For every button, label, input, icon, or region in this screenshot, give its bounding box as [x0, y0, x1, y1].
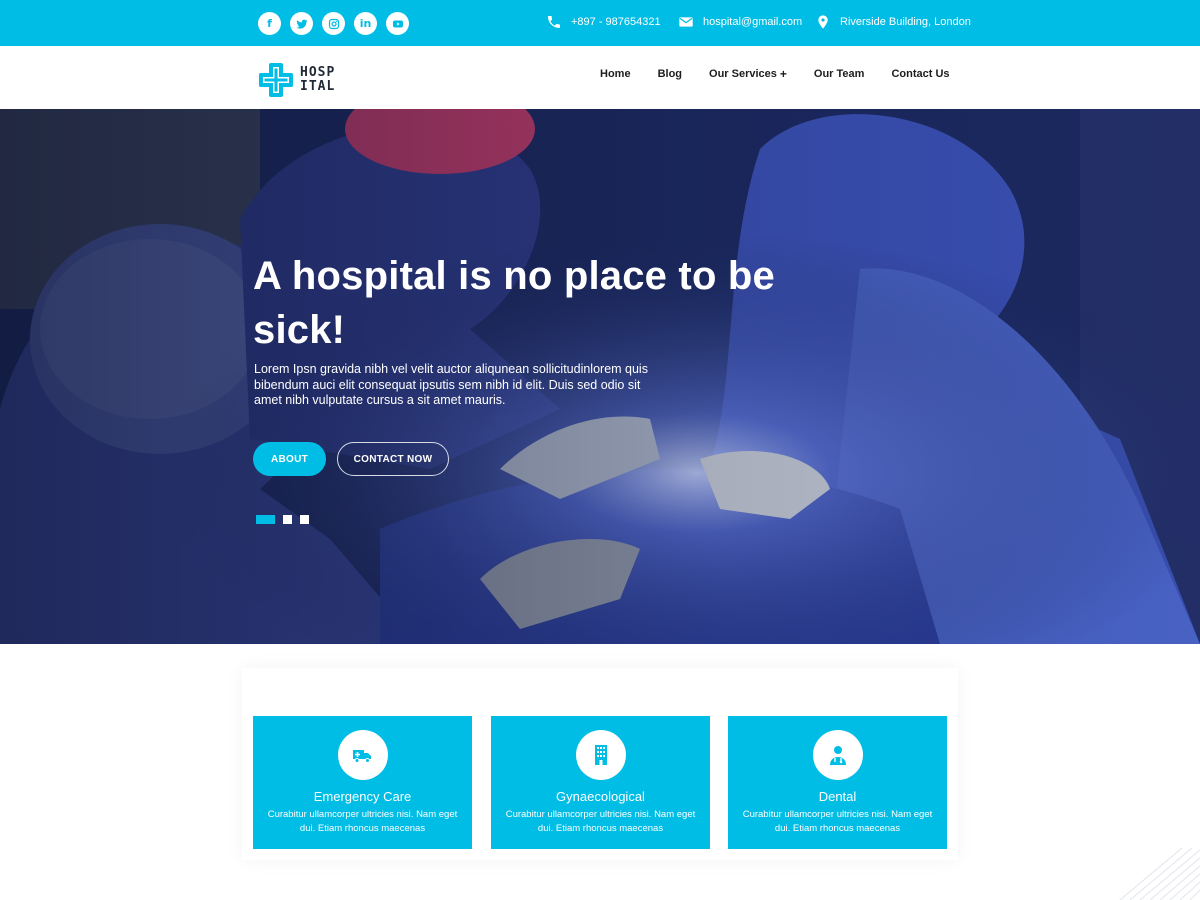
twitter-icon[interactable] — [290, 12, 313, 35]
decorative-diagonal-lines — [1119, 847, 1200, 900]
envelope-icon — [679, 17, 693, 27]
logo-line-1: HOSP — [300, 65, 336, 80]
slide-dot-3[interactable] — [300, 515, 309, 524]
nav-contact-label: Contact Us — [891, 68, 950, 80]
service-description: Curabitur ullamcorper ultricies nisi. Na… — [742, 809, 933, 834]
service-description: Curabitur ullamcorper ultricies nisi. Na… — [267, 809, 458, 834]
nav-our-services[interactable]: Our Services + — [709, 67, 787, 81]
logo-line-2: ITAL — [300, 79, 336, 94]
phone-text: +897 - 987654321 — [571, 16, 661, 28]
hero-slider: A hospital is no place to be sick! Lorem… — [0, 109, 1200, 644]
instagram-icon[interactable] — [322, 12, 345, 35]
nav-our-team[interactable]: Our Team — [814, 67, 865, 81]
linkedin-glyph: in — [359, 17, 372, 30]
slider-pagination — [256, 515, 309, 524]
service-description: Curabitur ullamcorper ultricies nisi. Na… — [505, 809, 696, 834]
nav-home-label: Home — [600, 68, 631, 80]
service-card-emergency-care[interactable]: Emergency Care Curabitur ullamcorper ult… — [253, 716, 472, 849]
nav-blog[interactable]: Blog — [658, 67, 682, 81]
facebook-icon[interactable]: f — [258, 12, 281, 35]
address-contact[interactable]: Riverside Building, London — [815, 14, 971, 30]
hero-description: Lorem Ipsn gravida nibh vel velit auctor… — [254, 362, 648, 407]
site-logo[interactable]: HOSP ITAL — [258, 62, 335, 98]
facebook-glyph: f — [267, 17, 272, 30]
site-header: HOSP ITAL Home Blog Our Services + Our Te… — [0, 46, 1200, 109]
service-card-dental[interactable]: Dental Curabitur ullamcorper ultricies n… — [728, 716, 947, 849]
service-title: Gynaecological — [556, 789, 645, 804]
logo-wordmark: HOSP ITAL — [300, 66, 335, 94]
nav-team-label: Our Team — [813, 68, 865, 80]
linkedin-icon[interactable]: in — [354, 12, 377, 35]
slide-dot-2[interactable] — [283, 515, 292, 524]
service-title: Emergency Care — [313, 789, 412, 804]
nav-contact-us[interactable]: Contact Us — [891, 67, 949, 81]
contact-now-button[interactable]: CONTACT NOW — [337, 442, 449, 476]
ambulance-icon — [338, 730, 388, 780]
phone-icon — [548, 16, 560, 28]
phone-contact[interactable]: +897 - 987654321 — [546, 14, 661, 30]
address-text: Riverside Building, London — [840, 16, 971, 28]
youtube-icon[interactable] — [386, 12, 409, 35]
map-marker-icon — [818, 15, 828, 29]
email-contact[interactable]: hospital@gmail.com — [678, 14, 802, 30]
social-links: f in — [258, 12, 409, 35]
hospital-building-icon — [576, 730, 626, 780]
doctor-icon — [813, 730, 863, 780]
contact-now-button-label: CONTACT NOW — [353, 453, 433, 465]
top-bar: f in +897 - 987654321 hospital@gmail.com… — [0, 0, 1200, 46]
plus-icon: + — [779, 67, 787, 81]
nav-home[interactable]: Home — [600, 67, 631, 81]
service-title: Dental — [818, 789, 857, 804]
hero-title: A hospital is no place to be sick! — [253, 254, 775, 352]
nav-services-label: Our Services — [709, 68, 777, 80]
medical-cross-logo-icon — [259, 63, 293, 97]
slide-dot-1[interactable] — [256, 515, 275, 524]
service-card-gynaecological[interactable]: Gynaecological Curabitur ullamcorper ult… — [491, 716, 710, 849]
about-button-label: ABOUT — [270, 453, 309, 465]
nav-blog-label: Blog — [657, 68, 683, 80]
email-text: hospital@gmail.com — [703, 16, 803, 28]
about-button[interactable]: ABOUT — [253, 442, 326, 476]
main-nav: Home Blog Our Services + Our Team Contact… — [600, 67, 977, 81]
